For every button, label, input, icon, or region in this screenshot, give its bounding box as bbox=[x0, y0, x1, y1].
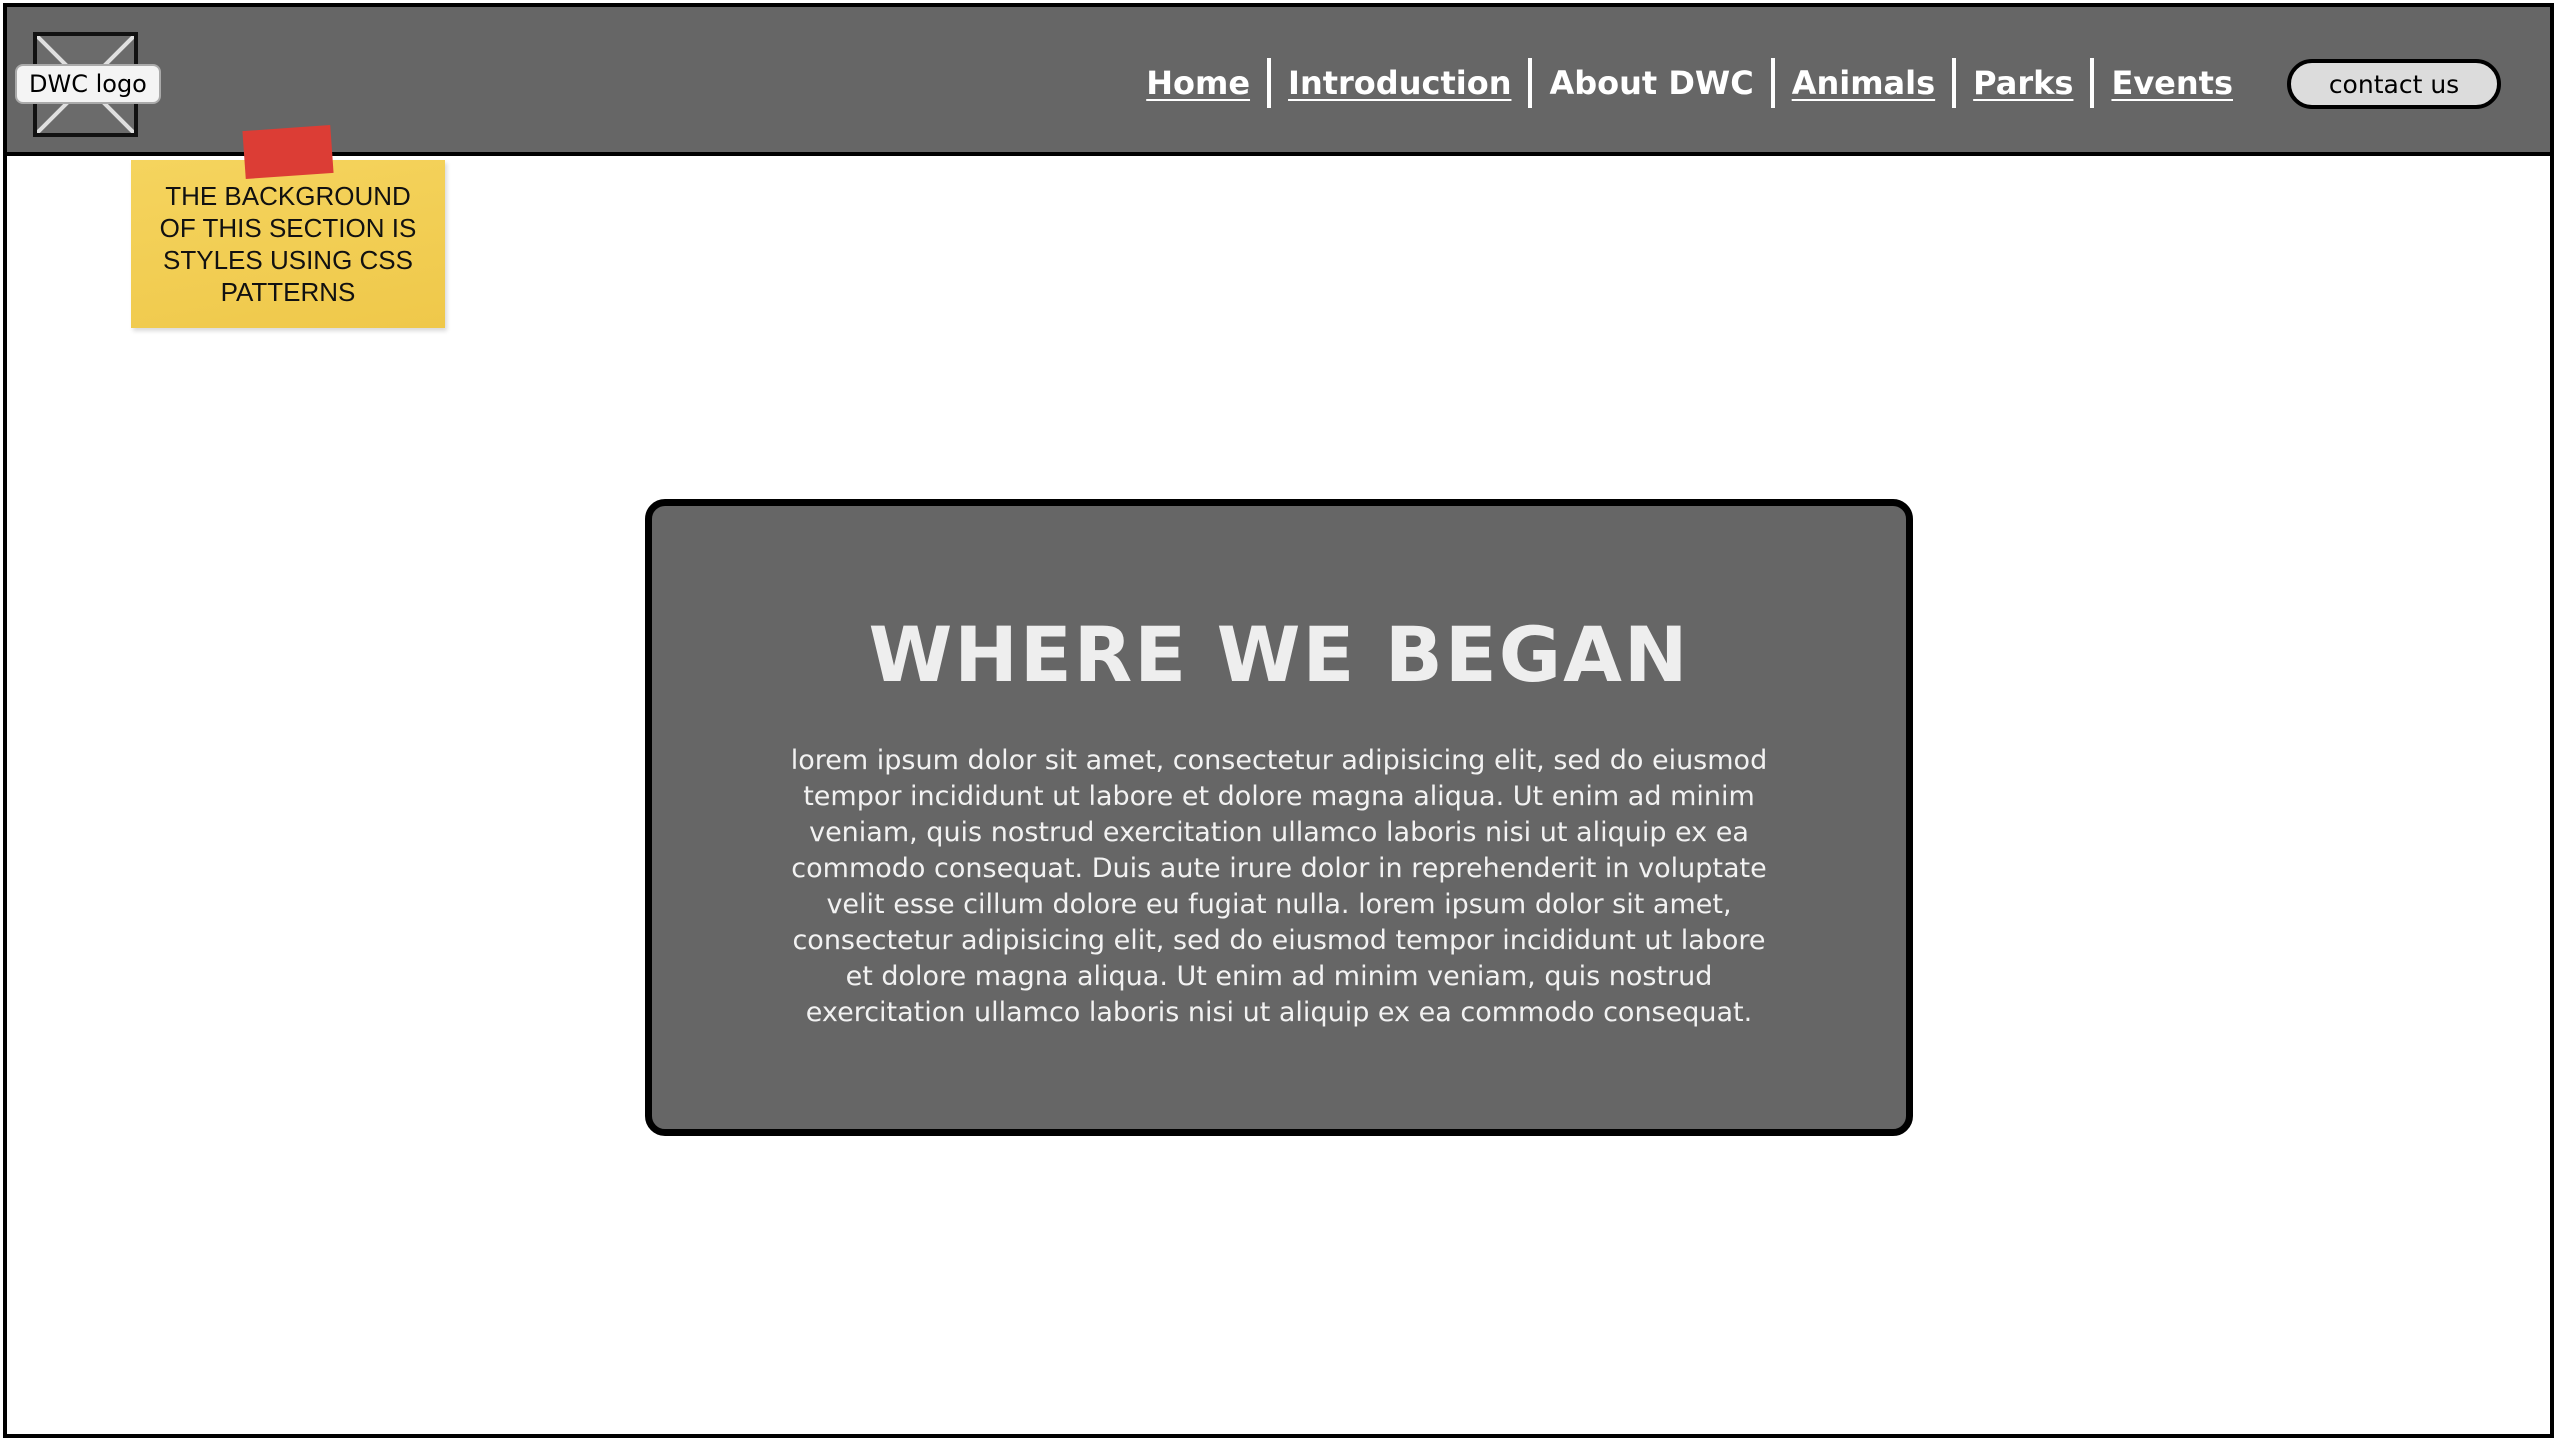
section-body-text: lorem ipsum dolor sit amet, consectetur … bbox=[790, 745, 1768, 1028]
main-nav: Home Introduction About DWC Animals Park… bbox=[1129, 58, 2250, 108]
nav-home[interactable]: Home bbox=[1129, 58, 1267, 108]
sticky-note: THE BACKGROUND OF THIS SECTION IS STYLES… bbox=[131, 160, 445, 328]
section-title: WHERE WE BEGAN bbox=[868, 610, 1690, 699]
intro-card: WHERE WE BEGAN lorem ipsum dolor sit ame… bbox=[645, 499, 1913, 1136]
sticky-note-text: THE BACKGROUND OF THIS SECTION IS STYLES… bbox=[159, 181, 417, 307]
nav-about-dwc[interactable]: About DWC bbox=[1532, 58, 1770, 108]
nav-events[interactable]: Events bbox=[2094, 58, 2250, 108]
nav-parks[interactable]: Parks bbox=[1956, 58, 2090, 108]
contact-us-button[interactable]: contact us bbox=[2287, 59, 2501, 109]
logo-label: DWC logo bbox=[15, 64, 161, 104]
site-header: DWC logo Home Introduction About DWC Ani… bbox=[3, 3, 2554, 156]
nav-animals[interactable]: Animals bbox=[1775, 58, 1952, 108]
nav-introduction[interactable]: Introduction bbox=[1271, 58, 1528, 108]
tape-strip bbox=[242, 124, 334, 180]
